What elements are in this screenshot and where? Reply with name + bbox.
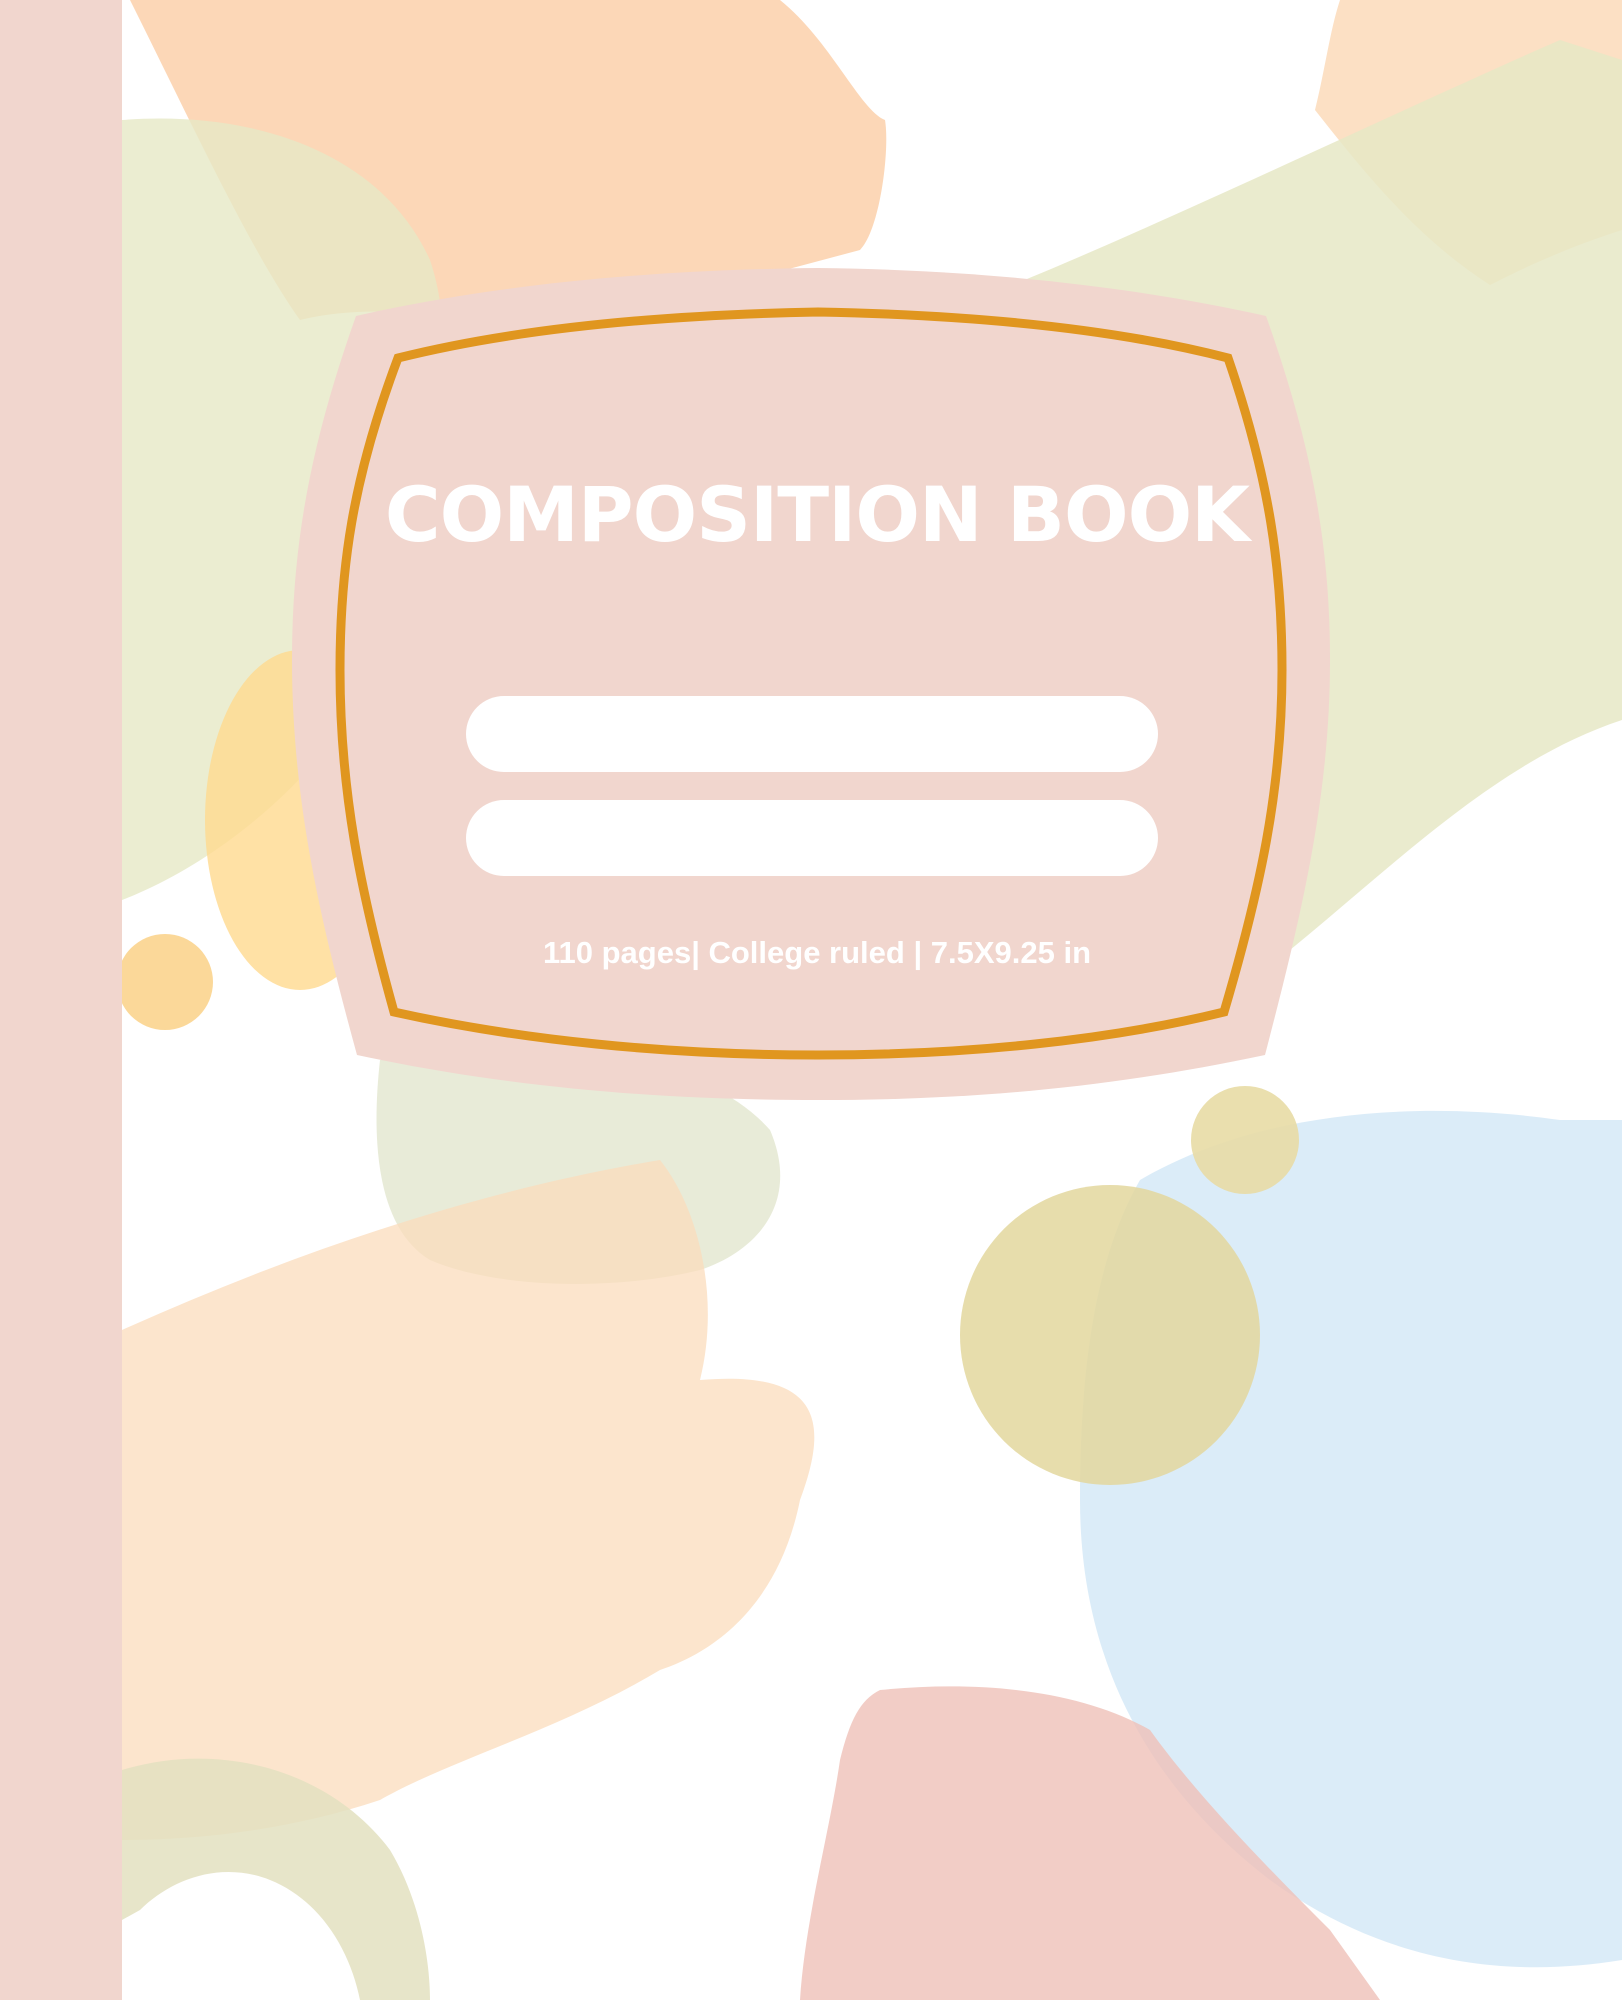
mustard-dot-left (117, 934, 213, 1030)
cover-info: 110 pages| College ruled | 7.5X9.25 in (542, 935, 1092, 970)
spine (0, 0, 122, 2000)
name-line-2 (466, 800, 1158, 876)
olive-ellipse (960, 1185, 1260, 1485)
notebook-cover: COMPOSITION BOOK 110 pages| College rule… (0, 0, 1622, 2000)
watercolor-background (117, 0, 1622, 2000)
name-line-1 (466, 696, 1158, 772)
cover-title: COMPOSITION BOOK (384, 470, 1250, 559)
mustard-dot-right (1191, 1086, 1299, 1194)
label-plate (292, 268, 1330, 1100)
